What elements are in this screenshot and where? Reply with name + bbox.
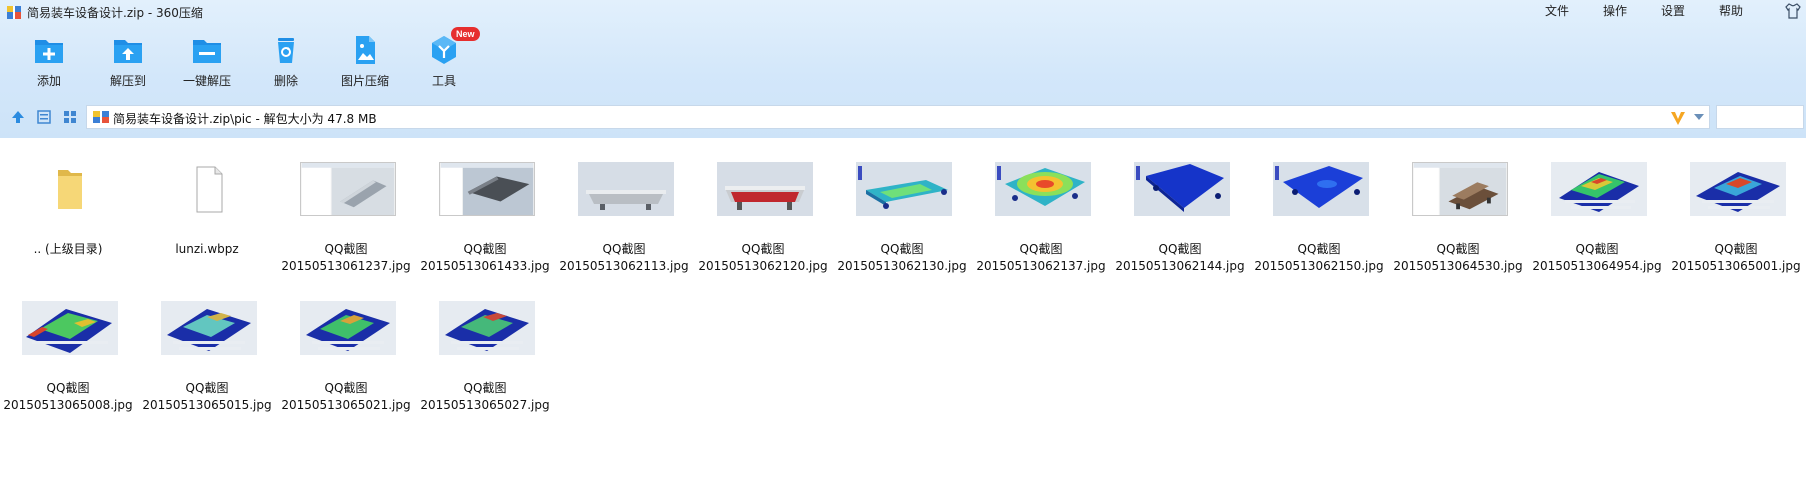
address-bar[interactable]: 简易装车设备设计.zip\pic - 解包大小为 47.8 MB bbox=[86, 105, 1710, 129]
search-input[interactable] bbox=[1716, 105, 1804, 129]
menu-settings[interactable]: 设置 bbox=[1644, 2, 1702, 20]
file-name: QQ截图 20150513062137.jpg bbox=[976, 242, 1106, 273]
add-label: 添加 bbox=[36, 74, 61, 88]
address-path: 简易装车设备设计.zip\pic - 解包大小为 47.8 MB bbox=[113, 112, 377, 126]
file-item[interactable]: .. (上级目录) bbox=[0, 150, 136, 280]
file-name: QQ截图 20150513062130.jpg bbox=[837, 242, 967, 273]
file-item[interactable]: QQ截图 20150513065027.jpg bbox=[417, 289, 553, 419]
add-folder-icon bbox=[35, 40, 63, 63]
image-thumbnail bbox=[300, 162, 396, 216]
file-item[interactable]: QQ截图 20150513065015.jpg bbox=[139, 289, 275, 419]
file-item[interactable]: QQ截图 20150513064954.jpg bbox=[1529, 150, 1665, 280]
one-click-extract-button[interactable]: 一键解压 bbox=[172, 30, 242, 92]
image-thumbnail bbox=[300, 301, 396, 355]
archive-path-icon bbox=[93, 111, 109, 123]
file-name: QQ截图 20150513061433.jpg bbox=[420, 242, 550, 273]
file-name: QQ截图 20150513062113.jpg bbox=[559, 242, 689, 273]
image-thumbnail bbox=[439, 162, 535, 216]
file-item[interactable]: QQ截图 20150513062144.jpg bbox=[1112, 150, 1248, 280]
extract-to-button[interactable]: 解压到 bbox=[93, 30, 163, 92]
document-icon bbox=[161, 162, 257, 216]
image-thumbnail bbox=[1134, 162, 1230, 216]
detail-view-icon[interactable] bbox=[36, 109, 52, 125]
file-name: QQ截图 20150513065008.jpg bbox=[3, 381, 133, 412]
title-bar: 简易装车设备设计.zip - 360压缩 文件 操作 设置 帮助 bbox=[0, 0, 1806, 24]
navigation-row: 简易装车设备设计.zip\pic - 解包大小为 47.8 MB bbox=[0, 103, 1806, 131]
image-thumbnail bbox=[717, 162, 813, 216]
image-compress-button[interactable]: 图片压缩 bbox=[330, 30, 400, 92]
main-toolbar: 添加 解压到 一键解压 删除 图片压缩 工具 New bbox=[14, 27, 488, 92]
file-item[interactable]: QQ截图 20150513062120.jpg bbox=[695, 150, 831, 280]
menu-help[interactable]: 帮助 bbox=[1702, 2, 1760, 20]
file-name: lunzi.wbpz bbox=[175, 242, 239, 256]
image-thumbnail bbox=[1412, 162, 1508, 216]
top-chrome: 简易装车设备设计.zip - 360压缩 文件 操作 设置 帮助 添加 解压到 … bbox=[0, 0, 1806, 138]
image-compress-label: 图片压缩 bbox=[340, 74, 389, 88]
one-click-extract-icon bbox=[193, 40, 221, 63]
file-item[interactable]: QQ截图 20150513062150.jpg bbox=[1251, 150, 1387, 280]
extract-to-label: 解压到 bbox=[109, 74, 146, 88]
image-thumbnail bbox=[22, 301, 118, 355]
menu-operation[interactable]: 操作 bbox=[1586, 2, 1644, 20]
file-item[interactable]: QQ截图 20150513062113.jpg bbox=[556, 150, 692, 280]
up-arrow-icon[interactable] bbox=[10, 109, 26, 125]
file-item[interactable]: QQ截图 20150513062137.jpg bbox=[973, 150, 1109, 280]
file-item[interactable]: QQ截图 20150513061237.jpg bbox=[278, 150, 414, 280]
file-name: QQ截图 20150513062120.jpg bbox=[698, 242, 828, 273]
file-item[interactable]: QQ截图 20150513062130.jpg bbox=[834, 150, 970, 280]
image-thumbnail bbox=[439, 301, 535, 355]
recycle-bin-icon bbox=[278, 38, 294, 63]
window-title: 简易装车设备设计.zip - 360压缩 bbox=[27, 6, 203, 20]
image-thumbnail bbox=[1273, 162, 1369, 216]
image-thumbnail bbox=[1690, 162, 1786, 216]
delete-label: 删除 bbox=[273, 74, 298, 88]
new-badge: New bbox=[451, 27, 480, 41]
file-item[interactable]: QQ截图 20150513065008.jpg bbox=[0, 289, 136, 419]
file-name: QQ截图 20150513065021.jpg bbox=[281, 381, 411, 412]
file-name: QQ截图 20150513064530.jpg bbox=[1393, 242, 1523, 273]
image-thumbnail bbox=[161, 301, 257, 355]
tools-label: 工具 bbox=[431, 74, 456, 88]
image-compress-icon bbox=[356, 36, 375, 64]
file-item[interactable]: QQ截图 20150513064530.jpg bbox=[1390, 150, 1526, 280]
file-name: .. (上级目录) bbox=[33, 242, 103, 256]
archive-app-icon bbox=[7, 6, 21, 19]
file-name: QQ截图 20150513061237.jpg bbox=[281, 242, 411, 273]
file-item[interactable]: QQ截图 20150513065001.jpg bbox=[1668, 150, 1804, 280]
menu-file[interactable]: 文件 bbox=[1528, 2, 1586, 20]
thumbnail-view-icon[interactable] bbox=[62, 109, 78, 125]
file-item[interactable]: QQ截图 20150513065021.jpg bbox=[278, 289, 414, 419]
tools-button[interactable]: 工具 New bbox=[409, 27, 480, 92]
address-dropdown-icon[interactable] bbox=[1694, 114, 1704, 120]
file-name: QQ截图 20150513064954.jpg bbox=[1532, 242, 1662, 273]
menu-bar: 文件 操作 设置 帮助 bbox=[1528, 2, 1760, 20]
skin-shirt-icon[interactable] bbox=[1784, 2, 1802, 20]
file-name: QQ截图 20150513065001.jpg bbox=[1671, 242, 1801, 273]
file-name: QQ截图 20150513065027.jpg bbox=[420, 381, 550, 412]
image-thumbnail bbox=[1551, 162, 1647, 216]
file-item[interactable]: lunzi.wbpz bbox=[139, 150, 275, 280]
file-item[interactable]: QQ截图 20150513061433.jpg bbox=[417, 150, 553, 280]
image-thumbnail bbox=[578, 162, 674, 216]
one-click-extract-label: 一键解压 bbox=[182, 74, 231, 88]
image-thumbnail bbox=[856, 162, 952, 216]
file-name: QQ截图 20150513062144.jpg bbox=[1115, 242, 1245, 273]
file-name: QQ截图 20150513062150.jpg bbox=[1254, 242, 1384, 273]
image-thumbnail bbox=[995, 162, 1091, 216]
folder-icon bbox=[22, 162, 118, 216]
file-name: QQ截图 20150513065015.jpg bbox=[142, 381, 272, 412]
add-button[interactable]: 添加 bbox=[14, 30, 84, 92]
extract-folder-icon bbox=[114, 40, 142, 63]
delete-button[interactable]: 删除 bbox=[251, 30, 321, 92]
v-logo-icon[interactable] bbox=[1669, 109, 1687, 127]
